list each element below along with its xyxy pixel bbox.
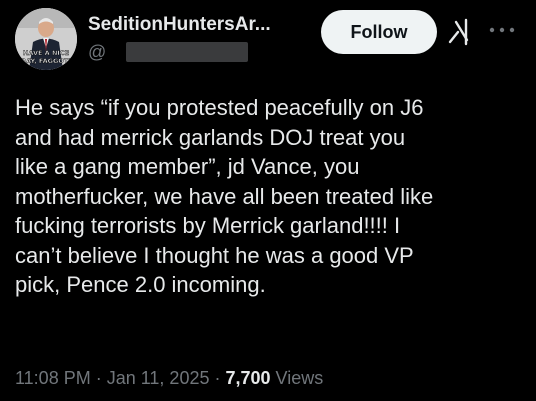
meta-separator: · (209, 368, 226, 388)
tweet-date[interactable]: Jan 11, 2025 (107, 368, 210, 388)
follow-button[interactable]: Follow (321, 10, 437, 54)
tweet-text: He says “if you protested peacefully on … (15, 95, 434, 297)
handle-redaction (126, 42, 249, 62)
tweet-time[interactable]: 11:08 PM (15, 368, 91, 388)
grok-icon[interactable] (447, 18, 471, 46)
more-icon[interactable] (487, 26, 517, 34)
avatar-caption-bottom: DAY, FAGGOT! (21, 57, 72, 65)
meta-separator: · (90, 368, 107, 388)
avatar[interactable]: HAVE A NICE DAY, FAGGOT! (15, 8, 77, 70)
author-handle[interactable]: @ (88, 40, 249, 64)
views-label: Views (270, 368, 324, 388)
handle-prefix: @ (88, 41, 107, 62)
avatar-caption-top: HAVE A NICE (23, 49, 69, 57)
tweet-meta: 11:08 PM · Jan 11, 2025 · 7,700 Views (15, 368, 323, 389)
views-count: 7,700 (225, 368, 271, 388)
author-display-name[interactable]: SeditionHuntersAr... (88, 14, 271, 36)
